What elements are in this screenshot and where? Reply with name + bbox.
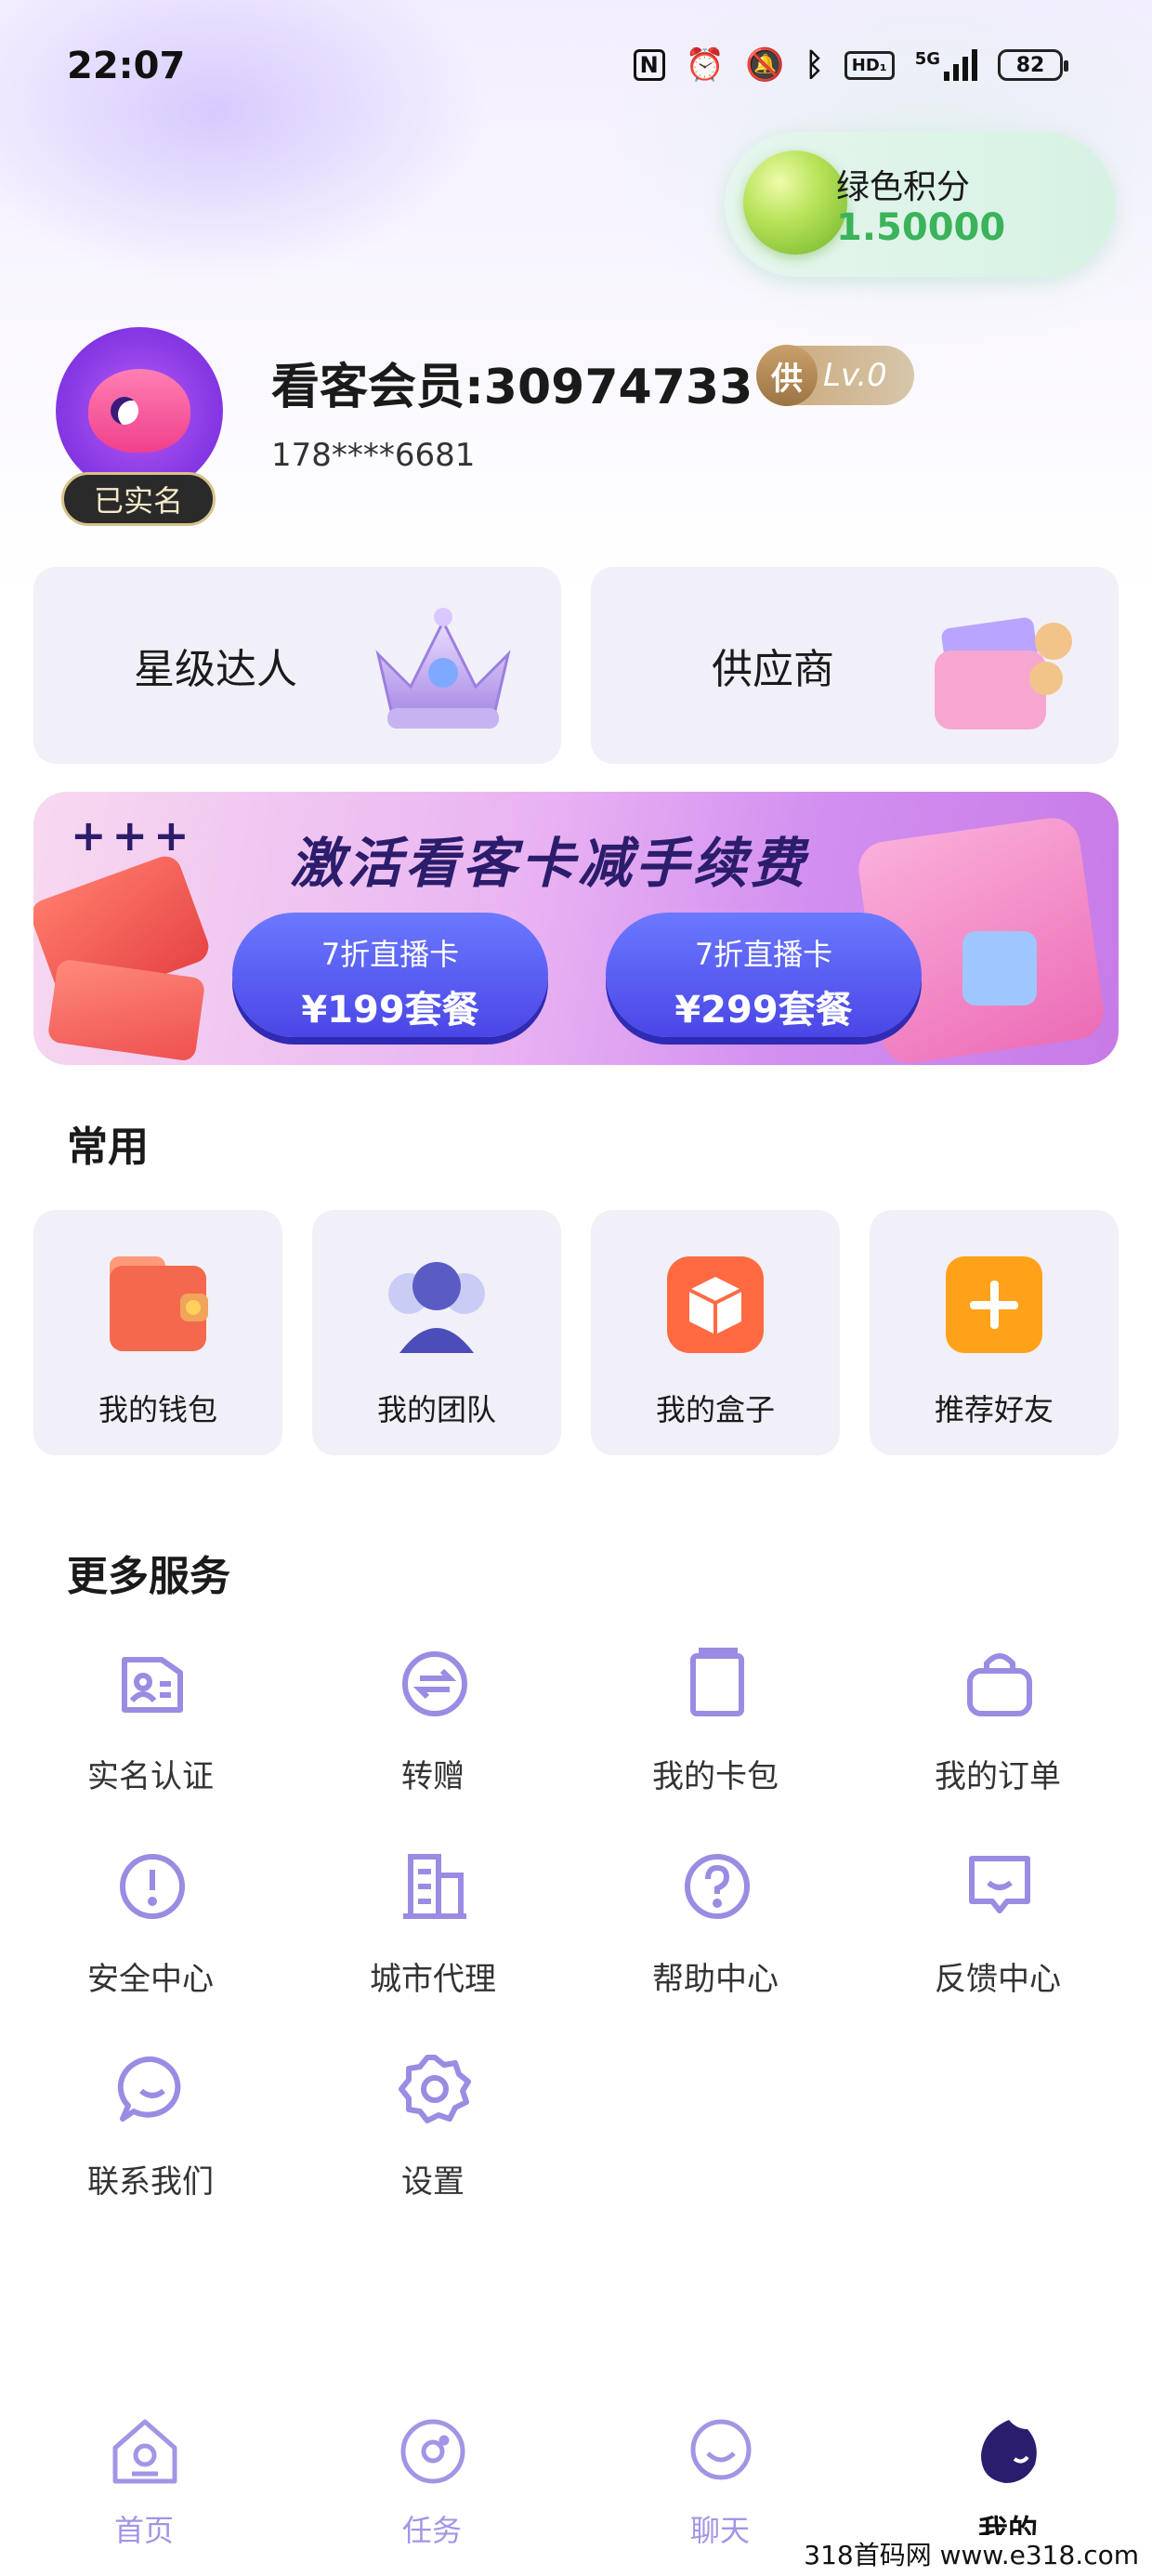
alarm-icon: ⏰ bbox=[685, 46, 726, 84]
service-card-pack-label: 我的卡包 bbox=[652, 1758, 779, 1795]
service-help-label: 帮助中心 bbox=[652, 1961, 779, 1998]
watermark: 318首码网 www.e318.com bbox=[798, 2535, 1145, 2572]
supplier-badge-icon: 供 bbox=[756, 345, 818, 406]
avatar[interactable] bbox=[56, 327, 223, 494]
service-feedback[interactable]: 反馈中心 bbox=[857, 1849, 1139, 2035]
star-expert-label: 星级达人 bbox=[134, 646, 297, 693]
home-icon bbox=[112, 2419, 177, 2484]
team-icon bbox=[388, 1262, 485, 1353]
service-city-agent-label: 城市代理 bbox=[370, 1961, 496, 1998]
profile-icon bbox=[981, 2420, 1037, 2483]
box-icon bbox=[667, 1256, 764, 1353]
service-orders[interactable]: 我的订单 bbox=[857, 1647, 1139, 1833]
mute-icon: 🔕 bbox=[745, 46, 785, 84]
service-real-name[interactable]: 实名认证 bbox=[9, 1647, 292, 1833]
level-badge: 供 Lv.0 bbox=[756, 345, 914, 406]
services-section-title: 更多服务 bbox=[67, 1553, 230, 1600]
package-199-line1: 7折直播卡 bbox=[321, 937, 460, 972]
building-icon bbox=[403, 1854, 466, 1919]
package-299-line1: 7折直播卡 bbox=[694, 937, 833, 972]
plus-icon bbox=[946, 1256, 1042, 1353]
supplier-card[interactable]: 供应商 bbox=[591, 567, 1119, 764]
bag-icon bbox=[967, 1653, 1032, 1716]
help-icon bbox=[685, 1854, 750, 1919]
green-points-label: 绿色积分 bbox=[836, 168, 971, 206]
promo-banner[interactable]: +++ 激活看客卡减手续费 7折直播卡 ¥199套餐 7折直播卡 ¥299套餐 bbox=[33, 792, 1119, 1065]
recommend-friend-tile[interactable]: 推荐好友 bbox=[870, 1210, 1119, 1455]
banner-title: 激活看客卡减手续费 bbox=[290, 832, 809, 895]
nav-home[interactable]: 首页 bbox=[0, 2416, 288, 2556]
phone-number: 178****6681 bbox=[271, 437, 476, 474]
gift-icon bbox=[962, 931, 1037, 1005]
banner-plus-deco: +++ bbox=[71, 810, 195, 861]
red-envelope-icon bbox=[46, 958, 206, 1062]
my-team-label: 我的团队 bbox=[376, 1392, 496, 1427]
my-wallet-label: 我的钱包 bbox=[98, 1392, 217, 1427]
bluetooth-icon: ᛒ bbox=[805, 46, 824, 84]
gear-icon bbox=[399, 2055, 471, 2123]
wallet-icon bbox=[110, 1256, 208, 1351]
service-contact[interactable]: 联系我们 bbox=[9, 2052, 292, 2238]
mascot-icon bbox=[88, 369, 190, 453]
service-transfer-label: 转赠 bbox=[401, 1758, 465, 1795]
alert-icon bbox=[120, 1854, 185, 1919]
verified-badge: 已实名 bbox=[61, 472, 216, 526]
recommend-friend-label: 推荐好友 bbox=[934, 1392, 1054, 1427]
service-real-name-label: 实名认证 bbox=[87, 1758, 214, 1795]
supplier-label: 供应商 bbox=[712, 646, 834, 693]
my-box-tile[interactable]: 我的盒子 bbox=[591, 1210, 840, 1455]
my-wallet-tile[interactable]: 我的钱包 bbox=[33, 1210, 282, 1455]
service-feedback-label: 反馈中心 bbox=[935, 1961, 1061, 1998]
service-transfer[interactable]: 转赠 bbox=[292, 1647, 574, 1833]
nav-home-label: 首页 bbox=[113, 2513, 174, 2548]
service-orders-label: 我的订单 bbox=[935, 1758, 1061, 1795]
package-199-line2: ¥199套餐 bbox=[301, 989, 479, 1032]
my-team-tile[interactable]: 我的团队 bbox=[312, 1210, 561, 1455]
card-pack-icon bbox=[690, 1648, 744, 1716]
crown-icon bbox=[375, 608, 511, 729]
status-time: 22:07 bbox=[67, 45, 186, 87]
service-security-label: 安全中心 bbox=[87, 1961, 214, 1998]
green-points-value: 1.50000 bbox=[836, 206, 1006, 249]
green-orb-icon bbox=[743, 151, 847, 255]
service-contact-label: 联系我们 bbox=[87, 2163, 214, 2201]
nav-task-label: 任务 bbox=[401, 2513, 462, 2548]
hd-icon: HD₁ bbox=[844, 50, 895, 80]
id-card-icon bbox=[122, 1657, 183, 1713]
nav-task[interactable]: 任务 bbox=[288, 2416, 576, 2556]
service-security[interactable]: 安全中心 bbox=[9, 1849, 292, 2035]
level-text: Lv.0 bbox=[823, 357, 887, 394]
package-299-line2: ¥299套餐 bbox=[674, 989, 853, 1032]
package-299-button[interactable]: 7折直播卡 ¥299套餐 bbox=[606, 913, 922, 1037]
common-section-title: 常用 bbox=[67, 1124, 149, 1171]
service-settings[interactable]: 设置 bbox=[292, 2052, 574, 2238]
service-card-pack[interactable]: 我的卡包 bbox=[574, 1647, 857, 1833]
star-expert-card[interactable]: 星级达人 bbox=[33, 567, 561, 764]
battery-icon: 82 bbox=[998, 49, 1068, 81]
feedback-icon bbox=[969, 1856, 1030, 1913]
my-box-label: 我的盒子 bbox=[655, 1392, 775, 1427]
package-199-button[interactable]: 7折直播卡 ¥199套餐 bbox=[232, 913, 548, 1037]
service-city-agent[interactable]: 城市代理 bbox=[292, 1849, 574, 2035]
task-icon bbox=[400, 2419, 465, 2484]
service-settings-label: 设置 bbox=[401, 2163, 465, 2201]
service-help[interactable]: 帮助中心 bbox=[574, 1849, 857, 2035]
chat-icon bbox=[690, 2419, 752, 2480]
status-icons: N ⏰ 🔕 ᛒ HD₁ 5G 82 bbox=[633, 46, 1068, 84]
wallet-icon bbox=[935, 617, 1072, 729]
member-title: 看客会员:30974733 bbox=[271, 360, 753, 415]
signal-icon: 5G bbox=[915, 49, 977, 81]
nfc-icon: N bbox=[633, 49, 665, 81]
transfer-icon bbox=[402, 1651, 467, 1716]
chat-icon bbox=[117, 2056, 181, 2122]
